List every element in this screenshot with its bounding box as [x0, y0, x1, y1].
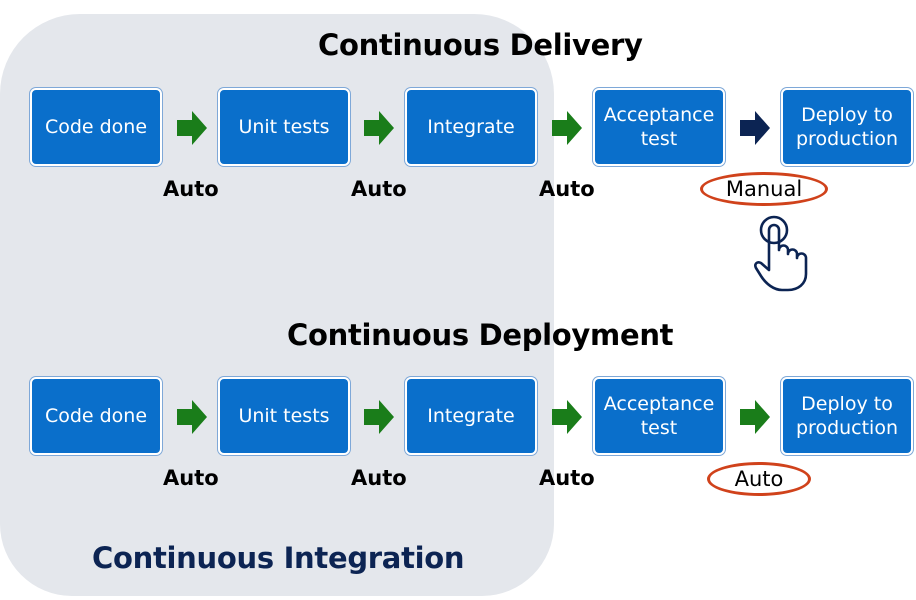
deployment-step-code-done: Code done — [30, 377, 162, 455]
arrow-right-icon — [740, 400, 770, 434]
delivery-step-unit-tests: Unit tests — [218, 88, 350, 166]
delivery-step-code-done: Code done — [30, 88, 162, 166]
arrow-right-icon — [177, 400, 207, 434]
arrow-right-icon — [552, 400, 582, 434]
transition-label-manual: Manual — [725, 177, 803, 201]
continuous-delivery-title: Continuous Delivery — [318, 28, 643, 62]
arrow-right-icon — [364, 111, 394, 145]
arrow-right-icon — [177, 111, 207, 145]
transition-label: Auto — [351, 466, 407, 490]
continuous-deployment-title: Continuous Deployment — [287, 318, 674, 352]
arrow-right-icon — [740, 111, 770, 145]
deployment-step-unit-tests: Unit tests — [218, 377, 350, 455]
deployment-step-deploy-to-production: Deploy to production — [781, 377, 913, 455]
transition-label: Auto — [539, 177, 595, 201]
delivery-step-acceptance-test: Acceptance test — [593, 88, 725, 166]
delivery-step-deploy-to-production: Deploy to production — [781, 88, 913, 166]
deployment-step-acceptance-test: Acceptance test — [593, 377, 725, 455]
auto-highlight-oval: Auto — [707, 462, 811, 496]
continuous-integration-title: Continuous Integration — [92, 541, 465, 575]
transition-label: Auto — [163, 177, 219, 201]
transition-label: Auto — [351, 177, 407, 201]
transition-label: Auto — [163, 466, 219, 490]
transition-label-auto: Auto — [734, 467, 784, 491]
deployment-step-integrate: Integrate — [405, 377, 537, 455]
manual-highlight-oval: Manual — [700, 172, 828, 206]
arrow-right-icon — [552, 111, 582, 145]
transition-label: Auto — [539, 466, 595, 490]
delivery-step-integrate: Integrate — [405, 88, 537, 166]
arrow-right-icon — [364, 400, 394, 434]
hand-pointer-icon — [754, 215, 808, 292]
